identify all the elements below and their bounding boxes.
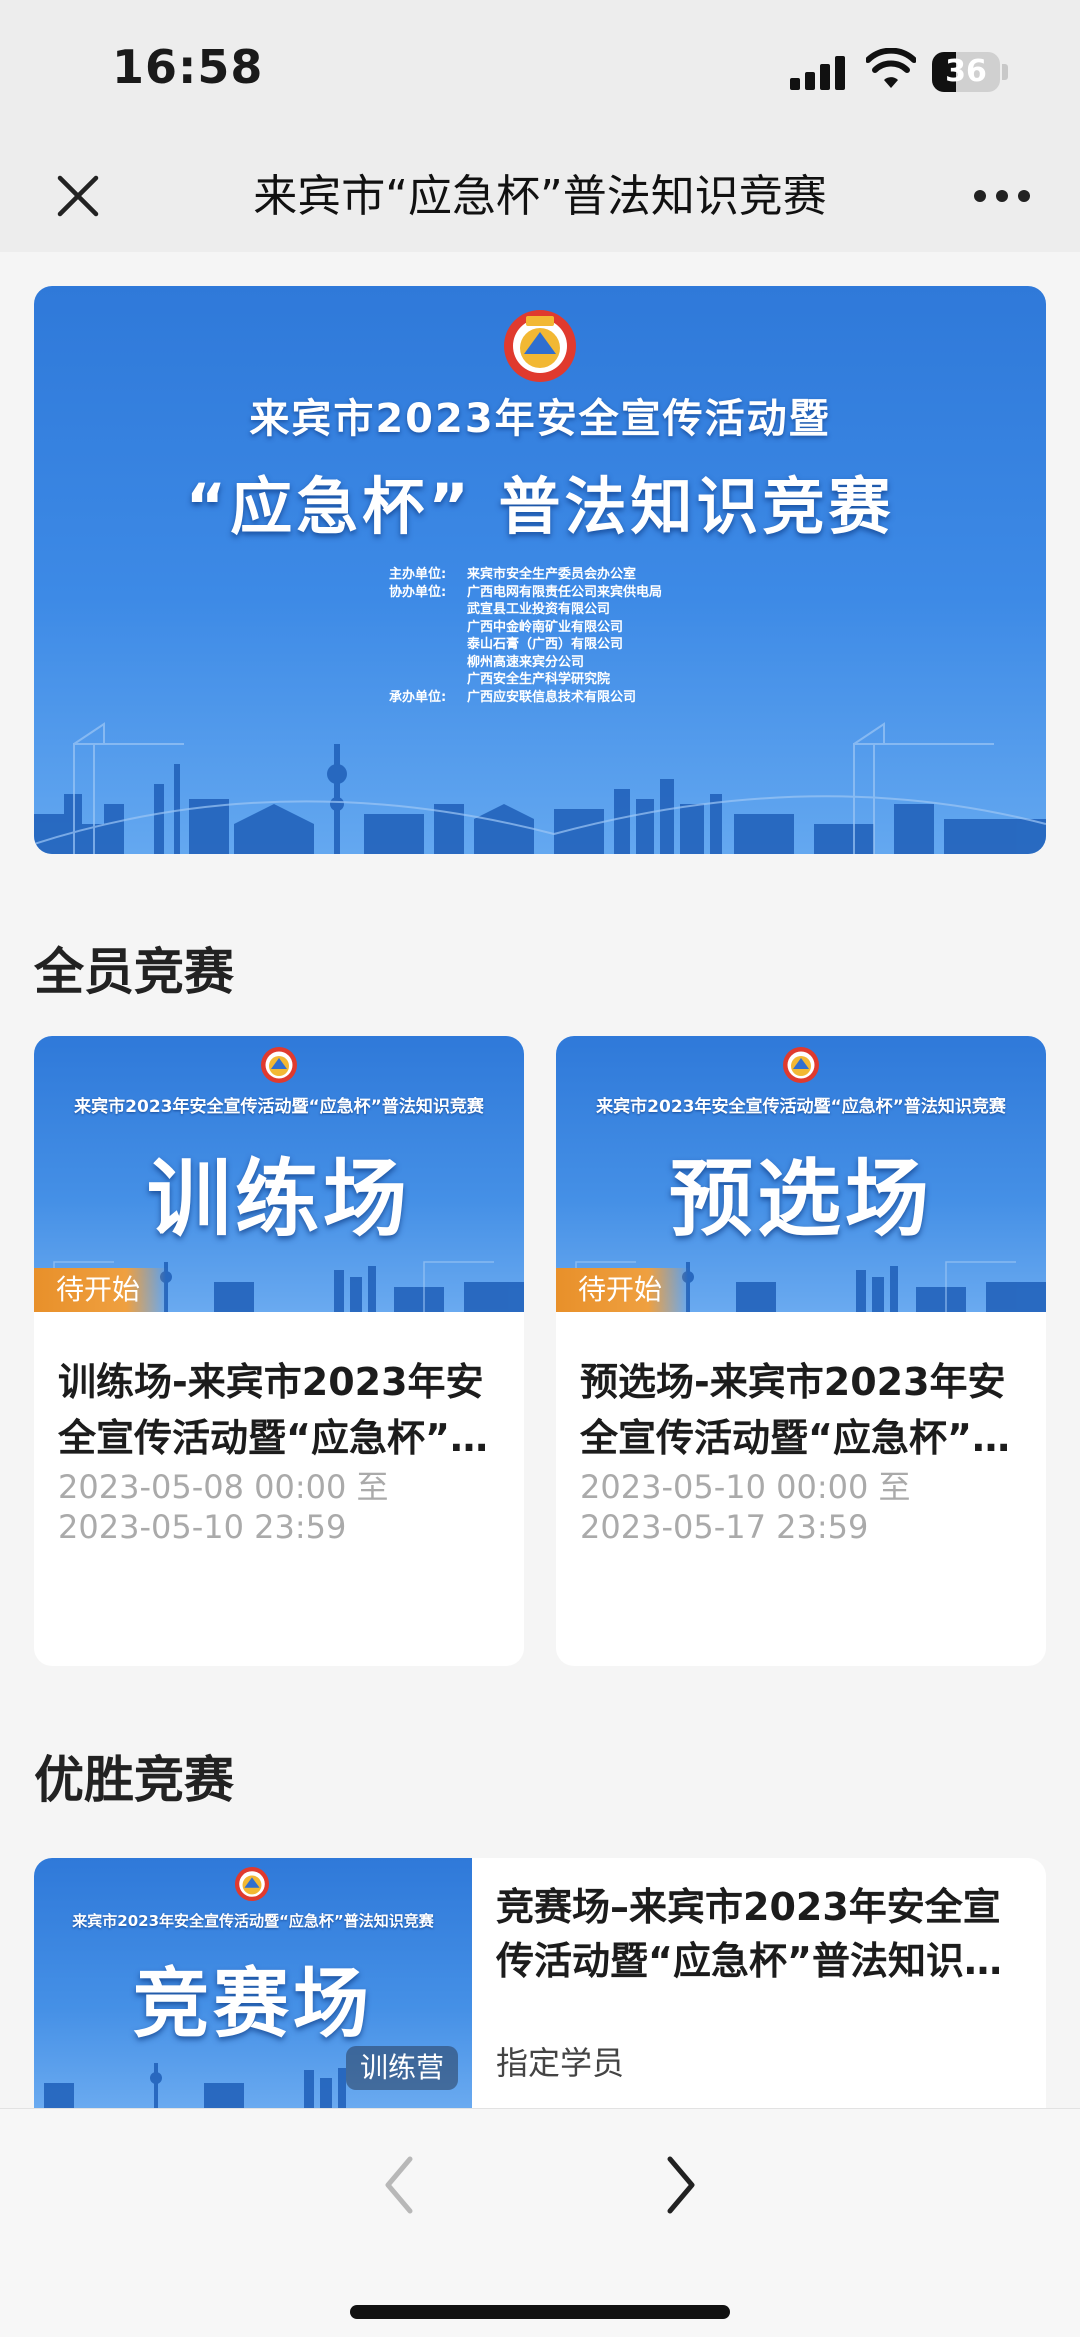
card-thumbnail: 来宾市2023年安全宣传活动暨“应急杯”普法知识竞赛 竞赛场 训练营 bbox=[34, 1858, 472, 2108]
card-thumbnail: 来宾市2023年安全宣传活动暨“应急杯”普法知识竞赛 预选场 待开始 bbox=[556, 1036, 1046, 1312]
card-title: 竞赛场–来宾市2023年安全宣传活动暨“应急杯”普法知识竞赛 bbox=[496, 1885, 1002, 1983]
section-title-excellent: 优胜竞赛 bbox=[34, 1751, 234, 1809]
camp-badge: 训练营 bbox=[345, 2046, 458, 2090]
title-fade bbox=[820, 162, 880, 232]
co-org: 广西安全生产科学研究院 bbox=[467, 672, 611, 687]
nav-bar: 来宾市“应急杯”普法知识竞赛 bbox=[0, 140, 1080, 252]
co-label: 协办单位: bbox=[389, 584, 447, 600]
page-title: 来宾市“应急杯”普法知识竞赛 bbox=[253, 171, 827, 222]
card-date-start: 2023-05-10 00:00 至 bbox=[580, 1468, 911, 1506]
card-date-end: 2023-05-10 23:59 bbox=[58, 1508, 347, 1546]
back-arrow-icon[interactable] bbox=[370, 2145, 430, 2225]
thumb-title: 竞赛场 bbox=[133, 1959, 373, 2048]
thumb-title: 预选场 bbox=[668, 1150, 933, 1248]
close-icon[interactable] bbox=[52, 170, 104, 222]
contest-card-final[interactable]: 来宾市2023年安全宣传活动暨“应急杯”普法知识竞赛 竞赛场 训练营 竞赛场–来… bbox=[34, 1858, 1046, 2108]
section-title-all: 全员竞赛 bbox=[34, 943, 234, 1001]
city-skyline bbox=[34, 722, 1046, 854]
co-org: 柳州高速来宾分公司 bbox=[467, 654, 585, 670]
card-thumbnail: 来宾市2023年安全宣传活动暨“应急杯”普法知识竞赛 训练场 待开始 bbox=[34, 1036, 524, 1312]
emblem-logo bbox=[234, 1866, 270, 1902]
status-time: 16:58 bbox=[112, 40, 264, 94]
organizer-org: 广西应安联信息技术有限公司 bbox=[467, 689, 637, 705]
emblem-logo bbox=[783, 1047, 819, 1083]
co-org: 广西电网有限责任公司来宾供电局 bbox=[467, 584, 663, 600]
hero-banner[interactable]: 来宾市2023年安全宣传活动暨 “应急杯” 普法知识竞赛 主办单位: 来宾市安全生… bbox=[34, 286, 1046, 854]
status-badge: 待开始 bbox=[556, 1268, 689, 1312]
thumb-title: 训练场 bbox=[146, 1150, 411, 1248]
battery-icon: 36 bbox=[932, 52, 1000, 92]
contest-card-preliminary[interactable]: 来宾市2023年安全宣传活动暨“应急杯”普法知识竞赛 预选场 待开始 预选场-来… bbox=[556, 1036, 1046, 1666]
co-org: 泰山石膏（广西）有限公司 bbox=[467, 637, 624, 652]
card-date-start: 2023-05-08 00:00 至 bbox=[58, 1468, 389, 1506]
bottom-toolbar bbox=[0, 2108, 1080, 2337]
card-title: 预选场-来宾市2023年安全宣传活动暨“应急杯”普法知识竞赛 bbox=[580, 1360, 1010, 1460]
home-indicator[interactable] bbox=[350, 2305, 730, 2319]
co-org: 广西中金岭南矿业有限公司 bbox=[467, 619, 624, 635]
host-org: 来宾市安全生产委员会办公室 bbox=[467, 567, 637, 582]
emblem-logo bbox=[261, 1047, 297, 1083]
hero-organizers: 主办单位: 来宾市安全生产委员会办公室 协办单位: 广西电网有限责任公司来宾供电局 … bbox=[389, 566, 749, 706]
thumb-subtitle: 来宾市2023年安全宣传活动暨“应急杯”普法知识竞赛 bbox=[596, 1097, 1006, 1117]
battery-cap bbox=[1002, 64, 1008, 80]
status-badge: 待开始 bbox=[34, 1268, 167, 1312]
battery-percent: 36 bbox=[945, 54, 987, 89]
wifi-icon bbox=[866, 48, 916, 88]
signal-icon bbox=[790, 56, 846, 90]
hero-title: “应急杯” 普法知识竞赛 bbox=[185, 470, 895, 543]
hero-headline: 来宾市2023年安全宣传活动暨 bbox=[249, 396, 831, 442]
emblem-logo bbox=[504, 310, 576, 382]
co-org: 武宣县工业投资有限公司 bbox=[467, 602, 611, 617]
card-date-end: 2023-05-17 23:59 bbox=[580, 1508, 869, 1546]
status-bar: 16:58 36 bbox=[0, 0, 1080, 140]
thumb-subtitle: 来宾市2023年安全宣传活动暨“应急杯”普法知识竞赛 bbox=[72, 1912, 434, 1930]
more-icon[interactable] bbox=[974, 184, 1030, 208]
card-participants: 指定学员 bbox=[496, 2044, 625, 2082]
forward-arrow-icon[interactable] bbox=[650, 2145, 710, 2225]
thumb-subtitle: 来宾市2023年安全宣传活动暨“应急杯”普法知识竞赛 bbox=[74, 1097, 484, 1117]
card-title: 训练场-来宾市2023年安全宣传活动暨“应急杯”普法知识竞赛 bbox=[58, 1360, 488, 1460]
host-label: 主办单位: bbox=[389, 567, 447, 582]
contest-card-training[interactable]: 来宾市2023年安全宣传活动暨“应急杯”普法知识竞赛 训练场 待开始 训练场-来… bbox=[34, 1036, 524, 1666]
